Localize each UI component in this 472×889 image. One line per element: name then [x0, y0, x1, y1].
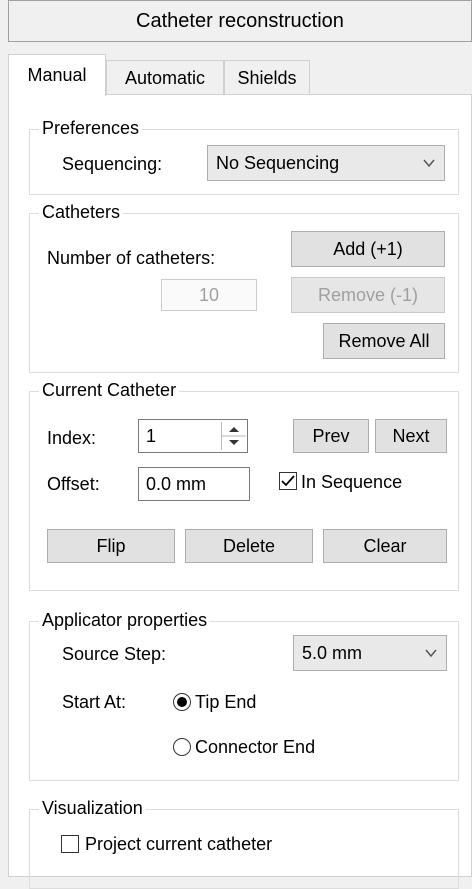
checkmark-icon	[281, 475, 295, 487]
project-current-catheter-checkbox[interactable]	[61, 835, 79, 853]
index-spinbox[interactable]: 1	[138, 419, 248, 453]
window-title-text: Catheter reconstruction	[136, 9, 344, 32]
current-catheter-legend: Current Catheter	[39, 379, 180, 401]
index-label: Index:	[47, 428, 97, 448]
offset-field[interactable]: 0.0 mm	[138, 467, 250, 501]
prev-button-label: Prev	[312, 425, 350, 446]
next-button-label: Next	[392, 425, 430, 446]
connector-end-label[interactable]: Connector End	[195, 736, 315, 758]
add-catheter-button-label: Add (+1)	[333, 238, 403, 259]
tip-end-label[interactable]: Tip End	[195, 691, 256, 713]
index-value: 1	[146, 425, 157, 446]
source-step-value: 5.0 mm	[302, 642, 363, 663]
catheters-legend: Catheters	[39, 201, 124, 223]
tip-end-radio[interactable]	[173, 693, 191, 711]
sequencing-label: Sequencing:	[62, 154, 163, 174]
preferences-legend: Preferences	[39, 117, 143, 139]
next-button[interactable]: Next	[375, 419, 447, 453]
spin-updown-icon	[222, 427, 246, 445]
manual-tab-panel: Preferences Sequencing: No Sequencing Ca…	[8, 94, 472, 889]
number-of-catheters-field: 10	[161, 279, 257, 311]
tab-manual-label: Manual	[27, 65, 87, 85]
tab-shields[interactable]: Shields	[224, 60, 310, 96]
number-of-catheters-value: 10	[198, 284, 220, 305]
tab-automatic[interactable]: Automatic	[106, 60, 224, 96]
remove-catheter-button[interactable]: Remove (-1)	[291, 277, 445, 313]
project-current-catheter-label[interactable]: Project current catheter	[85, 833, 272, 855]
sequencing-value: No Sequencing	[216, 152, 340, 173]
tab-automatic-label: Automatic	[124, 68, 206, 88]
chevron-down-icon	[423, 159, 435, 168]
tab-shields-label: Shields	[237, 68, 297, 88]
delete-button-label: Delete	[222, 535, 276, 556]
index-spin-buttons[interactable]	[221, 422, 246, 450]
source-step-dropdown[interactable]: 5.0 mm	[293, 635, 447, 671]
applicator-properties-legend: Applicator properties	[39, 609, 211, 631]
flip-button-label: Flip	[96, 535, 126, 556]
remove-catheter-button-label: Remove (-1)	[317, 284, 419, 305]
prev-button[interactable]: Prev	[293, 419, 369, 453]
remove-all-button-label: Remove All	[338, 330, 430, 351]
window-title: Catheter reconstruction	[8, 0, 472, 42]
visualization-legend: Visualization	[39, 797, 146, 819]
offset-value: 0.0 mm	[146, 473, 207, 494]
clear-button[interactable]: Clear	[323, 529, 447, 563]
radio-selected-dot	[177, 697, 187, 707]
start-at-label: Start At:	[62, 692, 127, 712]
number-of-catheters-label: Number of catheters:	[47, 248, 216, 268]
in-sequence-label[interactable]: In Sequence	[301, 471, 402, 493]
sequencing-dropdown[interactable]: No Sequencing	[207, 145, 445, 181]
source-step-label: Source Step:	[62, 644, 167, 664]
delete-button[interactable]: Delete	[185, 529, 313, 563]
flip-button[interactable]: Flip	[47, 529, 175, 563]
remove-all-button[interactable]: Remove All	[323, 323, 445, 359]
tab-manual[interactable]: Manual	[8, 54, 106, 96]
clear-button-label: Clear	[363, 535, 407, 556]
connector-end-radio[interactable]	[173, 738, 191, 756]
offset-label: Offset:	[47, 474, 100, 494]
add-catheter-button[interactable]: Add (+1)	[291, 231, 445, 267]
chevron-down-icon	[425, 649, 437, 658]
in-sequence-checkbox[interactable]	[279, 472, 297, 490]
